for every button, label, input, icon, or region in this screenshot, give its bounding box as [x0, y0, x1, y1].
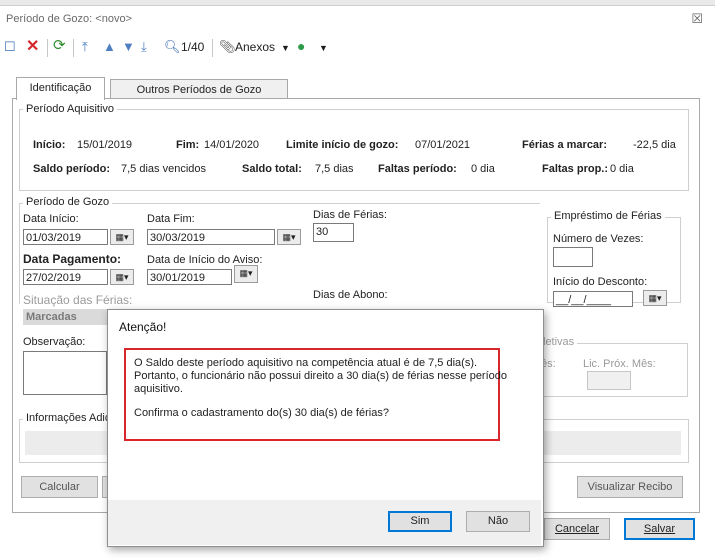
last-record-icon[interactable]: ⤓ — [141, 39, 147, 55]
atencao-dialog: Atenção! O Saldo deste período aquisitiv… — [107, 309, 544, 547]
inicio-value: 15/01/2019 — [77, 139, 133, 151]
periodo-aquisitivo-label: Período Aquisitivo — [23, 103, 118, 115]
lic-prox-mes-label: Lic. Próx. Mês: — [583, 358, 656, 370]
inicio-desconto-label: Início do Desconto: — [553, 276, 648, 288]
dialog-title: Atenção! — [119, 320, 167, 334]
data-fim-field[interactable]: 30/03/2019 — [147, 229, 275, 245]
data-aviso-field[interactable]: 30/01/2019 — [147, 269, 232, 285]
numero-vezes-field[interactable] — [553, 247, 593, 267]
dias-ferias-field[interactable]: 30 — [313, 223, 354, 242]
globe-icon[interactable]: ● — [297, 38, 305, 54]
inicio-label: Início: — [33, 139, 66, 151]
dialog-message-line4: Confirma o cadastramento do(s) 30 dia(s)… — [134, 407, 389, 419]
ferias-a-marcar-value: -22,5 dia — [633, 139, 676, 151]
faltas-periodo-label: Faltas período: — [378, 163, 457, 175]
search-icon[interactable]: 🔍︎ — [164, 39, 181, 55]
inicio-desconto-field[interactable]: __/__/____ — [553, 291, 633, 307]
dias-ferias-label: Dias de Férias: — [313, 209, 387, 221]
faltas-prop-value: 0 dia — [610, 163, 634, 175]
chevron-down-icon[interactable]: ▼ — [319, 43, 328, 53]
calendar-icon[interactable]: ▦▾ — [643, 290, 667, 306]
periodo-gozo-label: Período de Gozo — [23, 196, 113, 208]
limite-gozo-label: Limite início de gozo: — [286, 139, 399, 151]
data-fim-label: Data Fim: — [147, 213, 195, 225]
toolbar-separator — [73, 39, 74, 57]
chevron-down-icon[interactable]: ▼ — [281, 43, 290, 53]
sim-button[interactable]: Sim — [388, 511, 452, 532]
saldo-periodo-label: Saldo período: — [33, 163, 110, 175]
dialog-footer: Sim Não — [108, 500, 541, 545]
toolbar-separator — [47, 39, 48, 57]
numero-vezes-label: Número de Vezes: — [553, 233, 644, 245]
dialog-message-line2: Portanto, o funcionário não possui direi… — [134, 370, 508, 382]
lic-prox-mes-field — [587, 371, 631, 390]
situacao-ferias-value: Marcadas — [23, 309, 116, 325]
calcular-button[interactable]: Calcular — [21, 476, 98, 498]
coletivas-label: letivas — [540, 336, 578, 348]
ferias-a-marcar-label: Férias a marcar: — [522, 139, 607, 151]
calendar-icon[interactable]: ▦▾ — [234, 265, 258, 283]
tab-identificacao[interactable]: Identificação — [16, 77, 105, 100]
calendar-icon[interactable]: ▦▾ — [110, 229, 134, 245]
nao-button[interactable]: Não — [466, 511, 530, 532]
data-inicio-label: Data Início: — [23, 213, 79, 225]
previous-record-icon[interactable]: ▲ — [103, 39, 116, 54]
observacao-field[interactable] — [23, 351, 107, 395]
toolbar: ☐ ✕ ⟳ ⤒ ▲ ▼ ⤓ 🔍︎ 1/40 📎︎ Anexos ▼ ● ▼ — [0, 33, 715, 63]
informacoes-adicionais-label: Informações Adic — [23, 412, 114, 424]
calendar-icon[interactable]: ▦▾ — [277, 229, 301, 245]
anexos-menu[interactable]: Anexos — [235, 40, 275, 54]
dias-abono-label: Dias de Abono: — [313, 289, 388, 301]
dialog-message-line1: O Saldo deste período aquisitivo na comp… — [134, 357, 478, 369]
observacao-label: Observação: — [23, 336, 86, 348]
fim-label: Fim: — [176, 139, 200, 151]
dialog-message-line3: aquisitivo. — [134, 383, 183, 395]
refresh-icon[interactable]: ⟳ — [53, 36, 66, 54]
faltas-prop-label: Faltas prop.: — [542, 163, 609, 175]
saldo-total-value: 7,5 dias — [315, 163, 354, 175]
cancelar-button[interactable]: Cancelar — [544, 518, 610, 540]
delete-icon[interactable]: ✕ — [26, 36, 39, 56]
calendar-icon[interactable]: ▦▾ — [110, 269, 134, 285]
close-icon[interactable]: ☒ — [691, 11, 703, 27]
faltas-periodo-value: 0 dia — [471, 163, 495, 175]
data-inicio-field[interactable]: 01/03/2019 — [23, 229, 108, 245]
paperclip-icon: 📎︎ — [219, 39, 236, 54]
window-titlebar: Período de Gozo: <novo> ☒ — [0, 6, 715, 32]
record-position: 1/40 — [181, 40, 205, 54]
emprestimo-label: Empréstimo de Férias — [551, 210, 665, 222]
data-pagamento-field[interactable]: 27/02/2019 — [23, 269, 108, 285]
fim-value: 14/01/2020 — [204, 139, 260, 151]
first-record-icon[interactable]: ⤒ — [82, 39, 88, 55]
saldo-total-label: Saldo total: — [242, 163, 302, 175]
toolbar-separator — [212, 39, 213, 57]
salvar-button[interactable]: Salvar — [624, 518, 695, 540]
situacao-ferias-label: Situação das Férias: — [23, 293, 133, 307]
data-pagamento-label: Data Pagamento: — [23, 252, 122, 266]
visualizar-recibo-button[interactable]: Visualizar Recibo — [577, 476, 683, 498]
saldo-periodo-value: 7,5 dias vencidos — [121, 163, 206, 175]
next-record-icon[interactable]: ▼ — [122, 39, 135, 54]
new-record-icon[interactable]: ☐ — [4, 39, 16, 55]
window-title: Período de Gozo: <novo> — [6, 13, 132, 25]
limite-gozo-value: 07/01/2021 — [415, 139, 471, 151]
